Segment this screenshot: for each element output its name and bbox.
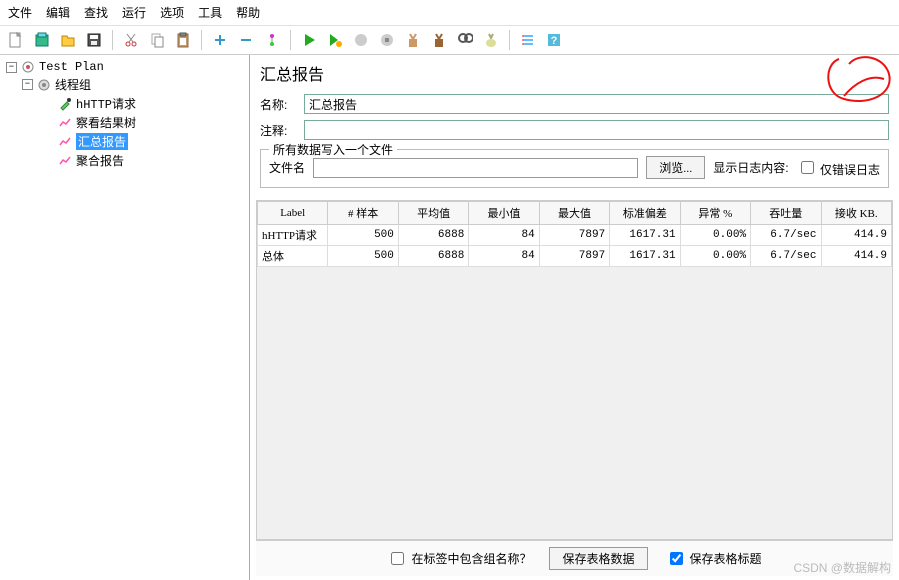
footer-bar: 在标签中包含组名称？ 保存表格数据 保存表格标题 bbox=[256, 540, 893, 576]
save-header-checkbox[interactable]: 保存表格标题 bbox=[666, 549, 762, 568]
function-icon[interactable] bbox=[517, 29, 539, 51]
browse-button[interactable]: 浏览... bbox=[646, 156, 705, 179]
name-input[interactable] bbox=[304, 94, 889, 114]
comment-label: 注释: bbox=[260, 122, 298, 139]
tree-thread-group[interactable]: − 线程组 bbox=[4, 75, 245, 94]
chart-icon bbox=[58, 116, 72, 130]
search-icon[interactable] bbox=[454, 29, 476, 51]
name-label: 名称: bbox=[260, 96, 298, 113]
paste-icon[interactable] bbox=[172, 29, 194, 51]
menu-tools[interactable]: 工具 bbox=[198, 4, 222, 21]
col-min[interactable]: 最小值 bbox=[469, 202, 539, 225]
collapse-toggle-icon[interactable]: − bbox=[22, 79, 33, 90]
col-stddev[interactable]: 标准偏差 bbox=[610, 202, 680, 225]
table-row[interactable]: 总体 500 6888 84 7897 1617.31 0.00% 6.7/se… bbox=[258, 246, 892, 267]
shutdown-icon[interactable] bbox=[376, 29, 398, 51]
menu-bar: 文件 编辑 查找 运行 选项 工具 帮助 bbox=[0, 0, 899, 26]
content-panel: 汇总报告 名称: 注释: 所有数据写入一个文件 文件名 浏览... 显示日志内容… bbox=[250, 55, 899, 580]
table-row[interactable]: hHTTP请求 500 6888 84 7897 1617.31 0.00% 6… bbox=[258, 225, 892, 246]
panel-title: 汇总报告 bbox=[256, 59, 893, 91]
col-recv[interactable]: 接收 KB. bbox=[821, 202, 892, 225]
collapse-icon[interactable] bbox=[235, 29, 257, 51]
menu-help[interactable]: 帮助 bbox=[236, 4, 260, 21]
toggle-icon[interactable] bbox=[261, 29, 283, 51]
menu-options[interactable]: 选项 bbox=[160, 4, 184, 21]
chart-icon bbox=[58, 135, 72, 149]
test-plan-tree[interactable]: − Test Plan − 线程组 hHTTP请求 察看结果树 汇总报告 聚合报… bbox=[0, 55, 250, 580]
results-table: Label # 样本 平均值 最小值 最大值 标准偏差 异常 % 吞吐量 接收 … bbox=[257, 201, 892, 267]
log-label: 显示日志内容: bbox=[713, 159, 788, 176]
fieldset-legend: 所有数据写入一个文件 bbox=[269, 141, 397, 158]
tree-item-results[interactable]: 察看结果树 bbox=[4, 113, 245, 132]
start-no-pause-icon[interactable] bbox=[324, 29, 346, 51]
reset-search-icon[interactable] bbox=[480, 29, 502, 51]
menu-find[interactable]: 查找 bbox=[84, 4, 108, 21]
save-data-button[interactable]: 保存表格数据 bbox=[549, 547, 647, 570]
menu-edit[interactable]: 编辑 bbox=[46, 4, 70, 21]
dropper-icon bbox=[58, 97, 72, 111]
clear-all-icon[interactable] bbox=[428, 29, 450, 51]
include-group-checkbox[interactable]: 在标签中包含组名称？ bbox=[387, 549, 531, 568]
expand-icon[interactable] bbox=[209, 29, 231, 51]
stop-icon[interactable] bbox=[350, 29, 372, 51]
col-samples[interactable]: # 样本 bbox=[328, 202, 398, 225]
tree-root[interactable]: − Test Plan bbox=[4, 59, 245, 75]
filename-label: 文件名 bbox=[269, 159, 305, 176]
tree-item-aggregate[interactable]: 聚合报告 bbox=[4, 151, 245, 170]
file-fieldset: 所有数据写入一个文件 文件名 浏览... 显示日志内容: 仅错误日志 bbox=[260, 149, 889, 188]
testplan-icon bbox=[21, 60, 35, 74]
toolbar: ? bbox=[0, 26, 899, 55]
clear-icon[interactable] bbox=[402, 29, 424, 51]
col-error[interactable]: 异常 % bbox=[680, 202, 750, 225]
collapse-toggle-icon[interactable]: − bbox=[6, 62, 17, 73]
cut-icon[interactable] bbox=[120, 29, 142, 51]
svg-text:?: ? bbox=[551, 35, 558, 47]
errors-only-checkbox[interactable]: 仅错误日志 bbox=[797, 158, 880, 178]
tree-item-http[interactable]: hHTTP请求 bbox=[4, 94, 245, 113]
col-avg[interactable]: 平均值 bbox=[398, 202, 468, 225]
chart-icon bbox=[58, 154, 72, 168]
help-icon[interactable]: ? bbox=[543, 29, 565, 51]
tree-item-summary[interactable]: 汇总报告 bbox=[4, 132, 245, 151]
comment-input[interactable] bbox=[304, 120, 889, 140]
filename-input[interactable] bbox=[313, 158, 638, 178]
gear-icon bbox=[37, 78, 51, 92]
menu-run[interactable]: 运行 bbox=[122, 4, 146, 21]
templates-icon[interactable] bbox=[31, 29, 53, 51]
col-throughput[interactable]: 吞吐量 bbox=[751, 202, 821, 225]
menu-file[interactable]: 文件 bbox=[8, 4, 32, 21]
col-label[interactable]: Label bbox=[258, 202, 328, 225]
save-icon[interactable] bbox=[83, 29, 105, 51]
col-max[interactable]: 最大值 bbox=[539, 202, 609, 225]
new-icon[interactable] bbox=[5, 29, 27, 51]
start-icon[interactable] bbox=[298, 29, 320, 51]
results-table-area: Label # 样本 平均值 最小值 最大值 标准偏差 异常 % 吞吐量 接收 … bbox=[256, 200, 893, 540]
open-icon[interactable] bbox=[57, 29, 79, 51]
copy-icon[interactable] bbox=[146, 29, 168, 51]
